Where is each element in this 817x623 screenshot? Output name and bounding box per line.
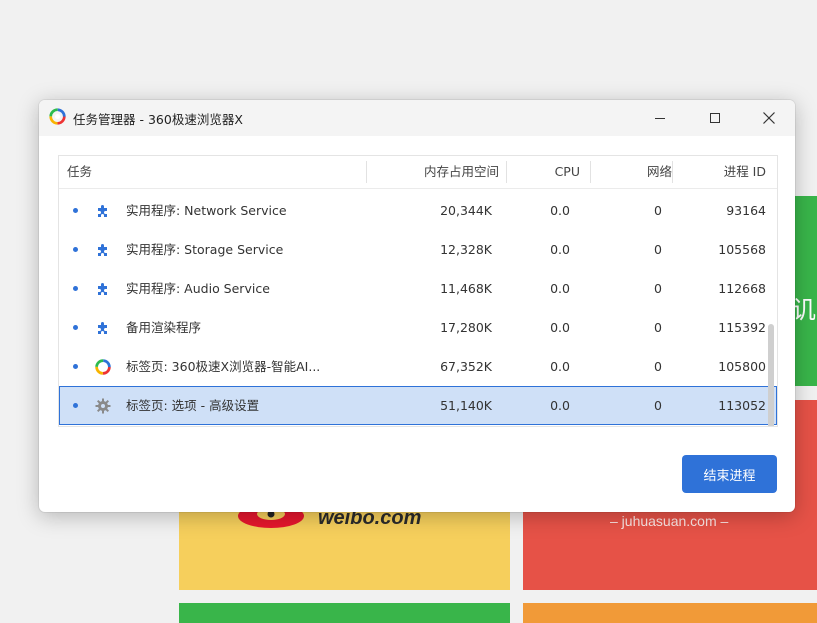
table-row[interactable]: 备用渲染程序 17,280K 0.0 0 115392	[59, 308, 767, 347]
column-divider[interactable]	[590, 161, 591, 183]
table-row[interactable]: 实用程序: Storage Service 12,328K 0.0 0 1055…	[59, 230, 767, 269]
close-icon	[763, 112, 775, 124]
window-title: 任务管理器 - 360极速浏览器X	[73, 112, 243, 127]
row-cpu: 0.0	[550, 203, 570, 218]
row-memory: 12,328K	[440, 242, 492, 257]
row-bullet	[73, 403, 78, 408]
process-table: 任务 内存占用空间 CPU 网络 进程 ID 实用程序: Network Ser…	[58, 155, 778, 427]
end-process-button[interactable]: 结束进程	[682, 455, 777, 493]
row-task-name: 实用程序: Storage Service	[126, 242, 284, 257]
row-network: 0	[654, 281, 662, 296]
task-manager-dialog: 任务管理器 - 360极速浏览器X 任务 内存占用空间 CPU 网络 进程 ID	[39, 100, 795, 512]
row-memory: 51,140K	[440, 398, 492, 413]
row-network: 0	[654, 203, 662, 218]
background-tile-glyph: 讥	[792, 297, 816, 324]
row-pid: 113052	[718, 398, 766, 413]
row-cpu: 0.0	[550, 359, 570, 374]
row-task-name: 实用程序: Audio Service	[126, 281, 270, 296]
column-divider[interactable]	[366, 161, 367, 183]
row-task-name: 标签页: 360极速X浏览器-智能AI...	[126, 359, 321, 374]
gear-icon	[95, 398, 111, 414]
row-network: 0	[654, 359, 662, 374]
puzzle-icon	[98, 322, 107, 334]
puzzle-icon	[98, 244, 107, 256]
row-bullet	[73, 208, 78, 213]
row-task-name: 实用程序: Network Service	[126, 203, 287, 218]
row-memory: 11,468K	[440, 281, 492, 296]
row-memory: 20,344K	[440, 203, 492, 218]
background-tile-green-bottom[interactable]	[179, 603, 510, 623]
row-memory: 67,352K	[440, 359, 492, 374]
column-header-task[interactable]: 任务	[67, 156, 92, 188]
table-row[interactable]: 标签页: 360极速X浏览器-智能AI... 67,352K 0.0 0 105…	[59, 347, 767, 386]
row-bullet	[73, 325, 78, 330]
maximize-button[interactable]	[690, 100, 740, 136]
row-network: 0	[654, 320, 662, 335]
row-pid: 93164	[726, 203, 766, 218]
row-task-name: 标签页: 选项 - 高级设置	[126, 398, 260, 413]
table-scrollbar[interactable]	[768, 324, 774, 426]
table-header: 任务 内存占用空间 CPU 网络 进程 ID	[59, 156, 777, 189]
background-tile-orange-bottom[interactable]	[523, 603, 817, 623]
table-row[interactable]: 实用程序: Network Service 20,344K 0.0 0 9316…	[59, 191, 767, 230]
column-divider[interactable]	[506, 161, 507, 183]
puzzle-icon	[98, 205, 107, 217]
puzzle-icon	[98, 283, 107, 295]
column-header-pid[interactable]: 进程 ID	[724, 156, 766, 188]
title-bar[interactable]: 任务管理器 - 360极速浏览器X	[39, 100, 795, 136]
row-task-name: 备用渲染程序	[126, 320, 202, 335]
column-header-memory[interactable]: 内存占用空间	[424, 156, 499, 188]
browser-logo-icon	[95, 359, 111, 375]
row-pid: 112668	[718, 281, 766, 296]
row-cpu: 0.0	[550, 398, 570, 413]
minimize-button[interactable]	[635, 100, 685, 136]
column-header-cpu[interactable]: CPU	[555, 156, 580, 188]
browser-logo-icon	[49, 108, 66, 125]
row-network: 0	[654, 242, 662, 257]
row-memory: 17,280K	[440, 320, 492, 335]
row-pid: 115392	[718, 320, 766, 335]
column-header-network[interactable]: 网络	[647, 156, 672, 188]
row-bullet	[73, 247, 78, 252]
minimize-icon	[655, 118, 665, 119]
row-pid: 105800	[718, 359, 766, 374]
column-divider[interactable]	[672, 161, 673, 183]
close-button[interactable]	[744, 100, 794, 136]
row-cpu: 0.0	[550, 281, 570, 296]
row-network: 0	[654, 398, 662, 413]
maximize-icon	[710, 113, 720, 123]
juhuasuan-text: – juhuasuan.com –	[610, 513, 729, 529]
table-row-selected[interactable]: 标签页: 选项 - 高级设置 51,140K 0.0 0 113052	[59, 386, 777, 425]
row-cpu: 0.0	[550, 242, 570, 257]
table-row[interactable]: 实用程序: Audio Service 11,468K 0.0 0 112668	[59, 269, 767, 308]
row-pid: 105568	[718, 242, 766, 257]
row-cpu: 0.0	[550, 320, 570, 335]
row-bullet	[73, 286, 78, 291]
row-bullet	[73, 364, 78, 369]
